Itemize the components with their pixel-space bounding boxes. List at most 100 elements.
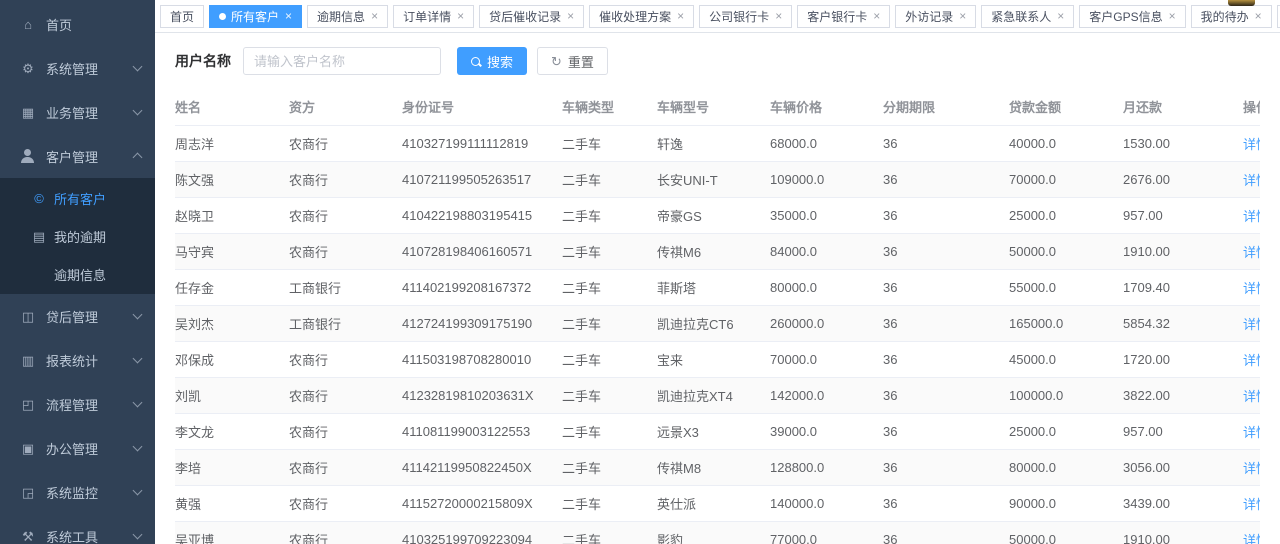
tab[interactable]: 我的待办× <box>1191 5 1272 28</box>
table-cell: 3439.00 <box>1123 486 1243 522</box>
table-cell: 90000.0 <box>1009 486 1123 522</box>
close-icon[interactable]: × <box>1057 10 1064 22</box>
table-cell: 36 <box>883 414 1009 450</box>
table-cell: 二手车 <box>562 198 657 234</box>
table-header-row: 姓名资方身份证号车辆类型车辆型号车辆价格分期期限贷款金额月还款操作 <box>175 87 1260 126</box>
chevron-down-icon <box>133 354 143 364</box>
tab-label: 订单详情 <box>403 8 451 25</box>
detail-link[interactable]: 详情 <box>1243 533 1260 544</box>
tab[interactable]: 外访记录× <box>895 5 976 28</box>
sidebar-item-process-management[interactable]: ◰流程管理 <box>0 382 155 426</box>
tab-active[interactable]: 所有客户× <box>209 5 302 28</box>
tab[interactable]: 客户银行卡 × <box>797 5 890 28</box>
tab-label: 逾期信息 <box>317 8 365 25</box>
sidebar-item-label: 系统管理 <box>46 59 134 78</box>
customer-name-input[interactable] <box>243 47 441 75</box>
customer-table: 姓名资方身份证号车辆类型车辆型号车辆价格分期期限贷款金额月还款操作 周志洋农商行… <box>175 87 1260 544</box>
table-cell: 农商行 <box>289 378 402 414</box>
search-button[interactable]: 搜索 <box>457 47 527 75</box>
close-icon[interactable]: × <box>873 10 880 22</box>
tab[interactable]: 紧急联系人× <box>981 5 1074 28</box>
table-cell-action: 详情 <box>1243 126 1260 162</box>
user-avatar[interactable] <box>1228 0 1255 6</box>
detail-link[interactable]: 详情 <box>1243 389 1260 404</box>
detail-link[interactable]: 详情 <box>1243 245 1260 260</box>
table-cell: 36 <box>883 234 1009 270</box>
close-icon[interactable]: × <box>567 10 574 22</box>
chart-icon: ▥ <box>20 353 36 368</box>
close-icon[interactable]: × <box>371 10 378 22</box>
detail-link[interactable]: 详情 <box>1243 317 1260 332</box>
column-header: 车辆类型 <box>562 87 657 126</box>
table-cell-action: 详情 <box>1243 162 1260 198</box>
table-cell: 50000.0 <box>1009 234 1123 270</box>
chevron-down-icon <box>133 442 143 452</box>
table-row: 李文龙农商行411081199003122553二手车远景X339000.036… <box>175 414 1260 450</box>
tab[interactable]: 订单详情 × <box>393 5 474 28</box>
column-header: 资方 <box>289 87 402 126</box>
detail-link[interactable]: 详情 <box>1243 353 1260 368</box>
sidebar-item-home[interactable]: ⌂首页 <box>0 2 155 46</box>
sidebar-item-customer-management[interactable]: 客户管理 <box>0 134 155 178</box>
tab[interactable]: 催收处理方案× <box>589 5 694 28</box>
column-header: 操作 <box>1243 87 1260 126</box>
sidebar-item-system-tools[interactable]: ⚒系统工具 <box>0 514 155 544</box>
table-cell: 吴亚博 <box>175 522 289 544</box>
sidebar-item-system-management[interactable]: ⚙系统管理 <box>0 46 155 90</box>
table-cell: 41152720000215809X <box>402 486 562 522</box>
detail-link[interactable]: 详情 <box>1243 281 1260 296</box>
detail-link[interactable]: 详情 <box>1243 461 1260 476</box>
detail-link[interactable]: 详情 <box>1243 425 1260 440</box>
monitor-icon: ◲ <box>20 485 36 500</box>
table-cell: 二手车 <box>562 450 657 486</box>
table-cell: 二手车 <box>562 414 657 450</box>
sidebar-item-label: 所有客户 <box>54 189 141 208</box>
tab[interactable]: 逾期信息 × <box>307 5 388 28</box>
sidebar-item-post-loan-management[interactable]: ◫贷后管理 <box>0 294 155 338</box>
close-icon[interactable]: × <box>285 10 292 22</box>
close-icon[interactable]: × <box>1169 10 1176 22</box>
table-cell: 260000.0 <box>770 306 883 342</box>
detail-link[interactable]: 详情 <box>1243 209 1260 224</box>
table-cell-action: 详情 <box>1243 342 1260 378</box>
sidebar-item-system-monitoring[interactable]: ◲系统监控 <box>0 470 155 514</box>
table-cell: 农商行 <box>289 342 402 378</box>
table-cell: 长安UNI-T <box>657 162 770 198</box>
detail-link[interactable]: 详情 <box>1243 173 1260 188</box>
sidebar-item-report-statistics[interactable]: ▥ 报表统计 <box>0 338 155 382</box>
tab-label: 客户银行卡 <box>807 8 867 25</box>
sidebar-item-my-overdue[interactable]: ▤我的逾期 <box>0 217 155 255</box>
close-icon[interactable]: × <box>1255 10 1262 22</box>
table-cell: 410422198803195415 <box>402 198 562 234</box>
table-cell: 411081199003122553 <box>402 414 562 450</box>
detail-link[interactable]: 详情 <box>1243 497 1260 512</box>
table-cell: 165000.0 <box>1009 306 1123 342</box>
close-icon[interactable]: × <box>775 10 782 22</box>
sidebar-item-label: 报表统计 <box>46 351 134 370</box>
table-cell: 二手车 <box>562 342 657 378</box>
table-row: 吴亚博农商行410325199709223094二手车影豹77000.03650… <box>175 522 1260 544</box>
close-icon[interactable]: × <box>959 10 966 22</box>
close-icon[interactable]: × <box>677 10 684 22</box>
table-cell-action: 详情 <box>1243 270 1260 306</box>
tab[interactable]: 贷后催收记录 × <box>479 5 584 28</box>
sidebar-item-business-management[interactable]: ▦业务管理 <box>0 90 155 134</box>
tab[interactable]: 首页 <box>160 5 204 28</box>
table-cell: 70000.0 <box>1009 162 1123 198</box>
tab-label: 贷后催收记录 <box>489 8 561 25</box>
sidebar-item-office-management[interactable]: ▣办公管理 <box>0 426 155 470</box>
sidebar-menu: ⌂首页⚙系统管理▦业务管理客户管理©所有客户▤我的逾期逾期信息◫贷后管理 ▥ 报表统… <box>0 2 155 544</box>
sidebar-item-label: 流程管理 <box>46 395 134 414</box>
table-cell: 410325199709223094 <box>402 522 562 544</box>
table-cell: 36 <box>883 342 1009 378</box>
tab[interactable]: 公司银行卡× <box>699 5 792 28</box>
table-cell-action: 详情 <box>1243 198 1260 234</box>
sidebar-item-all-customers[interactable]: ©所有客户 <box>0 179 155 217</box>
reset-button[interactable]: ↻ 重置 <box>537 47 608 75</box>
chevron-down-icon <box>133 398 143 408</box>
sidebar-item-overdue-info[interactable]: 逾期信息 <box>0 255 155 293</box>
table-cell: 二手车 <box>562 522 657 544</box>
close-icon[interactable]: × <box>457 10 464 22</box>
tab[interactable]: 客户GPS信息× <box>1079 5 1185 28</box>
detail-link[interactable]: 详情 <box>1243 137 1260 152</box>
